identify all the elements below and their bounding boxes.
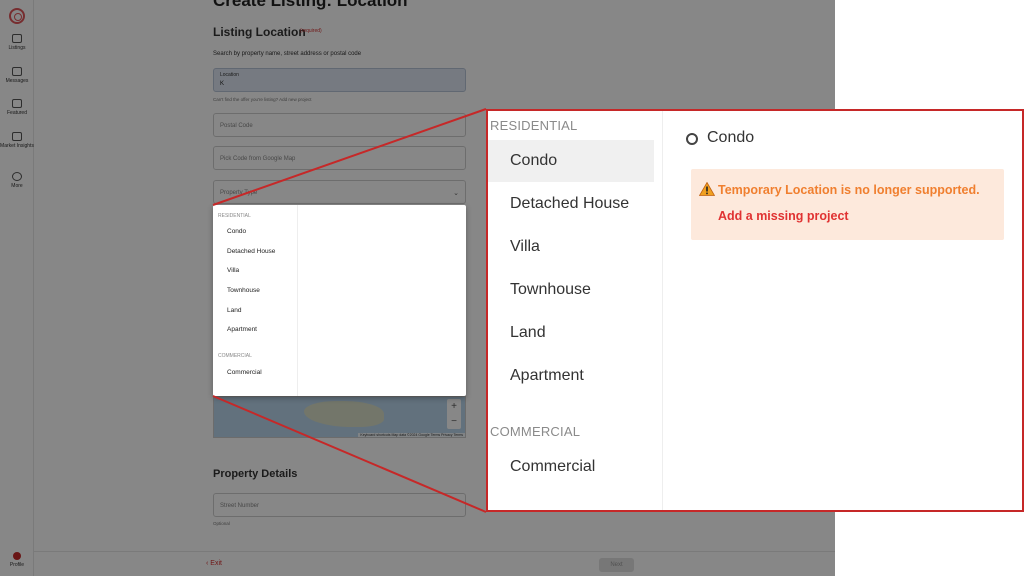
option-land[interactable]: Land: [488, 312, 654, 354]
group-label-residential: RESIDENTIAL: [218, 213, 251, 219]
zoomed-dropdown-panel: RESIDENTIAL Condo Detached House Villa T…: [486, 109, 1024, 512]
warning-message: Temporary Location is no longer supporte…: [718, 183, 980, 197]
zoomed-details-column: Condo Temporary Location is no longer su…: [664, 111, 1022, 510]
option-condo[interactable]: Condo: [488, 140, 654, 182]
group-label-commercial: COMMERCIAL: [490, 424, 581, 439]
property-type-dropdown: RESIDENTIAL Condo Detached House Villa T…: [213, 205, 466, 396]
option-condo[interactable]: Condo: [227, 228, 246, 235]
radio-label: Condo: [707, 129, 755, 146]
option-commercial[interactable]: Commercial: [488, 446, 654, 488]
option-townhouse[interactable]: Townhouse: [488, 269, 654, 311]
dropdown-options-column: RESIDENTIAL Condo Detached House Villa T…: [213, 205, 298, 396]
zoomed-options-column: RESIDENTIAL Condo Detached House Villa T…: [488, 111, 663, 510]
option-detached-house[interactable]: Detached House: [227, 248, 275, 255]
group-label-residential: RESIDENTIAL: [490, 118, 578, 133]
option-commercial[interactable]: Commercial: [227, 369, 262, 376]
radio-button[interactable]: [686, 133, 698, 145]
warning-icon: [699, 182, 715, 196]
add-missing-project-link[interactable]: Add a missing project: [718, 209, 849, 223]
group-label-commercial: COMMERCIAL: [218, 353, 252, 359]
option-apartment[interactable]: Apartment: [227, 326, 257, 333]
option-apartment[interactable]: Apartment: [488, 355, 654, 397]
warning-banner: Temporary Location is no longer supporte…: [691, 169, 1004, 240]
option-villa[interactable]: Villa: [227, 267, 239, 274]
option-villa[interactable]: Villa: [488, 226, 654, 268]
option-detached-house[interactable]: Detached House: [488, 183, 654, 225]
option-townhouse[interactable]: Townhouse: [227, 287, 260, 294]
option-land[interactable]: Land: [227, 307, 241, 314]
